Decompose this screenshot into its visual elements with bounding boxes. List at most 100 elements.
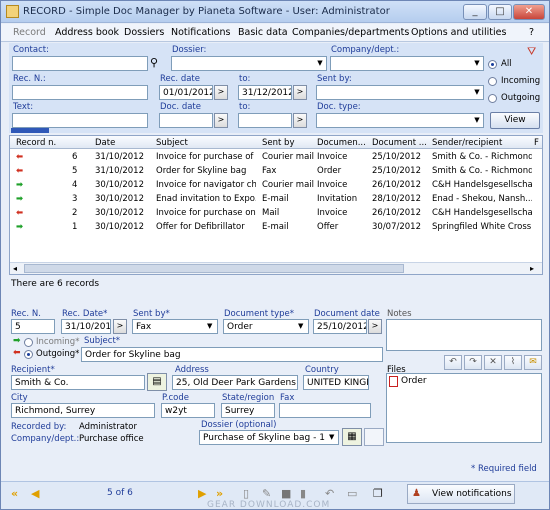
menu-help[interactable]: ?: [529, 27, 534, 38]
col-doc-date[interactable]: Document ...: [372, 138, 427, 148]
file-item-order[interactable]: Order: [401, 376, 427, 386]
detail-recdate-label: Rec. Date*: [62, 309, 108, 319]
col-record-n[interactable]: Record n.: [16, 138, 56, 148]
radio-all[interactable]: [488, 60, 497, 69]
recdate-from-input[interactable]: 01/01/2012: [159, 85, 213, 100]
city-input[interactable]: Richmond, Surrey: [11, 403, 155, 418]
menu-options[interactable]: Options and utilities: [411, 27, 506, 38]
radio-outgoing[interactable]: [488, 94, 497, 103]
horizontal-scrollbar[interactable]: ◂ ▸: [10, 262, 542, 274]
detail-outgoing-label: Outgoing*: [36, 349, 80, 359]
files-list[interactable]: Order: [386, 373, 542, 443]
scroll-thumb[interactable]: [24, 264, 404, 273]
menu-companies[interactable]: Companies/departments: [292, 27, 409, 38]
recdate-from-picker[interactable]: >: [214, 85, 228, 100]
dossier-select[interactable]: ▼: [171, 56, 327, 71]
next-record-icon[interactable]: ▶: [198, 487, 206, 500]
detail-recdate-picker[interactable]: >: [113, 319, 127, 334]
recipient-input[interactable]: Smith & Co.: [11, 375, 145, 390]
company-select[interactable]: ▼: [330, 56, 484, 71]
col-date[interactable]: Date: [95, 138, 115, 148]
table-row[interactable]: ➡ 3 30/10/2012 Enad invitation to Expo... E-…: [10, 192, 542, 206]
undo-file-icon[interactable]: ↶: [444, 355, 462, 370]
country-input[interactable]: UNITED KINGD: [303, 375, 369, 390]
subject-input[interactable]: Order for Skyline bag: [81, 347, 383, 362]
col-sender[interactable]: Sender/recipient: [432, 138, 502, 148]
address-input[interactable]: 25, Old Deer Park Gardens: [172, 375, 298, 390]
undo-record-icon[interactable]: ↶: [325, 487, 334, 500]
docdate-to-label: to:: [239, 102, 251, 112]
copy-record-icon[interactable]: ❐: [373, 487, 383, 500]
view-notifications-button[interactable]: ♟ View notifications: [407, 484, 515, 504]
new-record-icon[interactable]: ▯: [243, 487, 249, 500]
menu-record[interactable]: Record: [13, 27, 46, 38]
view-button[interactable]: View: [490, 112, 540, 129]
col-sent-by[interactable]: Sent by: [262, 138, 294, 148]
detail-recdate-input[interactable]: 31/10/2012: [61, 319, 111, 334]
doctype-select[interactable]: ▼: [316, 113, 484, 128]
scroll-left-icon[interactable]: ◂: [13, 264, 17, 273]
address-book-icon[interactable]: ▤: [147, 373, 167, 391]
detail-sentby-select[interactable]: Fax: [132, 319, 218, 334]
recdate-to-picker[interactable]: >: [293, 85, 307, 100]
menu-dossiers[interactable]: Dossiers: [124, 27, 164, 38]
maximize-button[interactable]: □: [488, 4, 512, 20]
print-record-icon[interactable]: ▭: [347, 487, 357, 500]
detail-docdate-picker[interactable]: >: [368, 319, 382, 334]
dossier-optional-select[interactable]: Purchase of Skyline bag - 1: [199, 430, 339, 445]
redo-file-icon[interactable]: ↷: [464, 355, 482, 370]
edit-record-icon[interactable]: ✎: [262, 487, 271, 500]
prev-record-icon[interactable]: ◀: [31, 487, 39, 500]
table-row[interactable]: ⬅ 6 31/10/2012 Invoice for purchase of ... C…: [10, 150, 542, 164]
radio-incoming[interactable]: [488, 77, 497, 86]
menu-address-book[interactable]: Address book: [55, 27, 119, 38]
detail-radio-outgoing[interactable]: [24, 350, 33, 359]
state-input[interactable]: Surrey: [221, 403, 275, 418]
collapse-tab[interactable]: [11, 128, 49, 133]
detail-recn-input[interactable]: 5: [11, 319, 55, 334]
table-row[interactable]: ➡ 4 30/10/2012 Invoice for navigator ch... C…: [10, 178, 542, 192]
scroll-right-icon[interactable]: ▸: [530, 264, 534, 273]
radio-all-label: All: [501, 59, 512, 69]
table-row[interactable]: ⬅ 5 31/10/2012 Order for Skyline bag Fax Orde…: [10, 164, 542, 178]
notes-input[interactable]: [386, 319, 542, 351]
table-row[interactable]: ➡ 1 30/10/2012 Offer for Defibrillator E-mai…: [10, 220, 542, 234]
recn-input[interactable]: [12, 85, 148, 100]
pcode-input[interactable]: w2yt: [161, 403, 215, 418]
docdate-from-input[interactable]: [159, 113, 213, 128]
menu-basic-data[interactable]: Basic data: [238, 27, 288, 38]
recdate-to-input[interactable]: 31/12/2012: [238, 85, 292, 100]
docdate-from-picker[interactable]: >: [214, 113, 228, 128]
docdate-to-input[interactable]: [238, 113, 292, 128]
delete-record-icon[interactable]: ▮: [300, 487, 306, 500]
dossier-more-button[interactable]: [364, 428, 384, 446]
contact-input[interactable]: [12, 56, 148, 71]
detail-radio-incoming[interactable]: [24, 338, 33, 347]
cell-date: 30/10/2012: [95, 194, 144, 204]
fax-input[interactable]: [279, 403, 371, 418]
filter-clear-icon[interactable]: ⛛: [527, 45, 536, 59]
docdate-to-picker[interactable]: >: [293, 113, 307, 128]
col-doc-type[interactable]: Documen...: [317, 138, 366, 148]
sentby-select[interactable]: ▼: [316, 85, 484, 100]
first-record-icon[interactable]: «: [11, 487, 18, 500]
delete-file-icon[interactable]: ✕: [484, 355, 502, 370]
binoculars-icon[interactable]: ⚲: [150, 56, 158, 69]
mail-file-icon[interactable]: ✉: [524, 355, 542, 370]
outgoing-arrow-icon: ⬅: [13, 348, 21, 358]
col-f[interactable]: F: [534, 138, 539, 148]
table-row[interactable]: ⬅ 2 30/10/2012 Invoice for purchase on ... M…: [10, 206, 542, 220]
cell-date: 30/10/2012: [95, 222, 144, 232]
text-input[interactable]: [12, 113, 148, 128]
detail-docdate-input[interactable]: 25/10/2012: [313, 319, 367, 334]
col-subject[interactable]: Subject: [156, 138, 188, 148]
save-record-icon[interactable]: ■: [281, 487, 291, 500]
menu-notifications[interactable]: Notifications: [171, 27, 230, 38]
attach-file-icon[interactable]: ⌇: [504, 355, 522, 370]
minimize-button[interactable]: _: [463, 4, 487, 20]
close-button[interactable]: ✕: [513, 4, 545, 20]
dossier-open-icon[interactable]: ▦: [342, 428, 362, 446]
last-record-icon[interactable]: »: [216, 487, 223, 500]
detail-doctype-select[interactable]: Order: [223, 319, 309, 334]
cell-n: 3: [72, 194, 78, 204]
